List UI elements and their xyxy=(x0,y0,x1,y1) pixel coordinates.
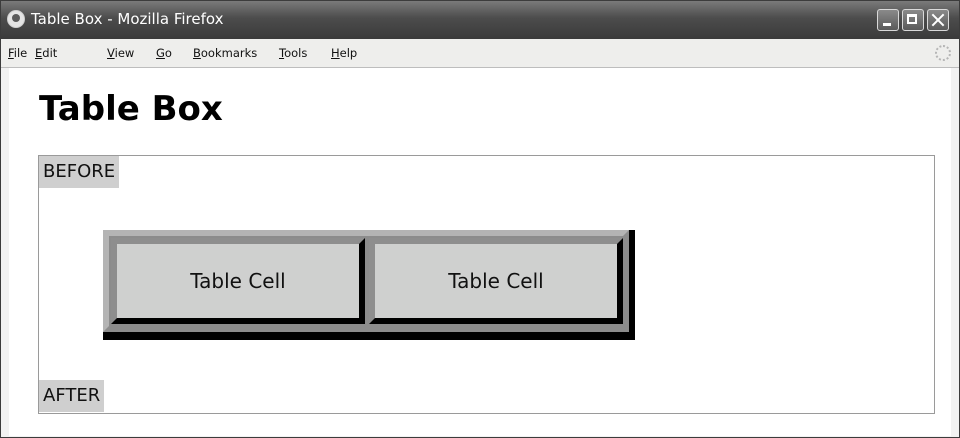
after-label: AFTER xyxy=(39,380,105,412)
browser-window: Table Box - Mozilla Firefox File Edit Vi… xyxy=(0,0,960,438)
before-label: BEFORE xyxy=(39,156,120,188)
menu-file[interactable]: File xyxy=(8,46,27,60)
menu-tools[interactable]: Tools xyxy=(279,46,307,60)
table-cell-1: Table Cell xyxy=(111,238,365,324)
table-border: Table Cell Table Cell xyxy=(103,230,629,332)
menu-help[interactable]: Help xyxy=(331,46,357,60)
menu-view[interactable]: View xyxy=(107,46,134,60)
menu-bookmarks[interactable]: Bookmarks xyxy=(193,46,257,60)
close-icon[interactable] xyxy=(927,9,949,31)
table-cell-2: Table Cell xyxy=(369,238,623,324)
maximize-icon[interactable] xyxy=(902,9,924,31)
outer-block-box: BEFORE Table Cell Table Cell AFTER xyxy=(38,155,935,414)
window-title: Table Box - Mozilla Firefox xyxy=(31,10,224,28)
menu-go[interactable]: Go xyxy=(156,46,172,60)
firefox-icon xyxy=(7,10,25,28)
title-bar[interactable]: Table Box - Mozilla Firefox xyxy=(1,1,959,39)
menu-edit[interactable]: Edit xyxy=(35,46,57,60)
throbber-icon xyxy=(935,45,951,61)
page-title: Table Box xyxy=(39,89,223,129)
minimize-icon[interactable] xyxy=(877,9,899,31)
page-content: Table Box BEFORE Table Cell Table Cell A… xyxy=(9,68,951,436)
table-box: Table Cell Table Cell xyxy=(103,230,635,340)
menu-bar: File Edit View Go Bookmarks Tools Help xyxy=(1,39,959,68)
table-cell-2-text: Table Cell xyxy=(448,269,544,293)
table-cell-1-text: Table Cell xyxy=(190,269,286,293)
